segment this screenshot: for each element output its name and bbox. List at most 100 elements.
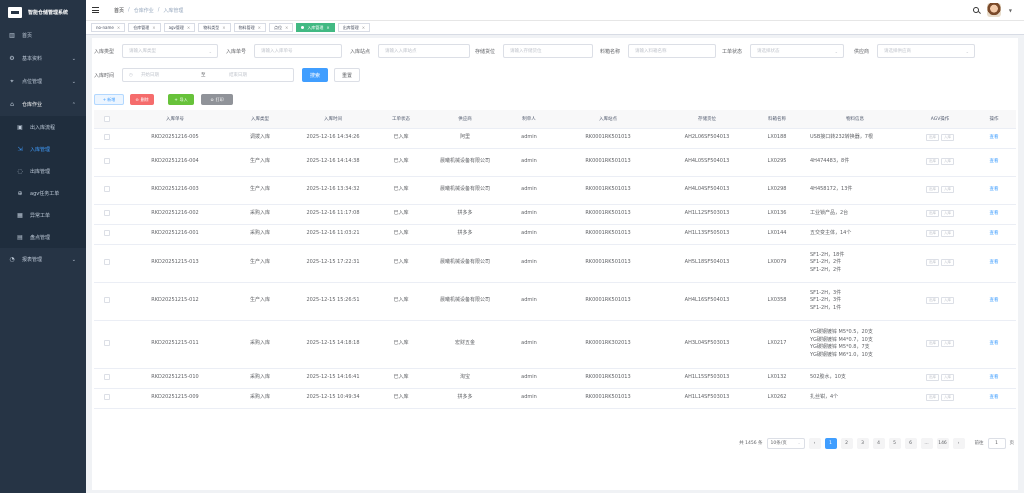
sidebar-item-outbound[interactable]: ◌ 出库管理	[0, 160, 86, 182]
view-link[interactable]: 查看	[990, 135, 999, 140]
agv-inbound-button[interactable]: 入库	[941, 134, 954, 142]
view-link[interactable]: 查看	[990, 341, 999, 346]
station-input[interactable]: 请输入入库站点	[378, 44, 470, 58]
tab-material[interactable]: 物料管理 ×	[233, 23, 266, 32]
table-row[interactable]: RKD20251215-011 采购入库 2025-12-15 14:18:18 已入…	[94, 320, 1016, 369]
agv-inbound-button[interactable]: 入库	[941, 297, 954, 305]
tab-warehouse[interactable]: 仓库管理 ×	[128, 23, 161, 32]
agv-inbound-button[interactable]: 入库	[941, 340, 954, 348]
view-link[interactable]: 查看	[990, 298, 999, 303]
view-link[interactable]: 查看	[990, 231, 999, 236]
header-checkbox[interactable]	[94, 110, 120, 129]
sidebar-item-exception[interactable]: ▦ 异常工单	[0, 204, 86, 226]
search-button[interactable]: 搜索	[302, 68, 328, 82]
tab-inbound[interactable]: 入库管理 ×	[296, 23, 335, 32]
close-icon[interactable]: ×	[258, 25, 261, 30]
close-icon[interactable]: ×	[187, 25, 190, 30]
hamburger-icon[interactable]	[92, 7, 106, 13]
sidebar-item-reports[interactable]: ◔ 报表管理 ⌄	[0, 248, 86, 271]
table-row[interactable]: RKD20251215-010 采购入库 2025-12-15 14:16:41 已入…	[94, 368, 1016, 389]
more-pages-button[interactable]: ...	[920, 437, 933, 449]
row-checkbox[interactable]	[94, 148, 120, 177]
box-name-input[interactable]: 请输入料箱名称	[628, 44, 716, 58]
table-row[interactable]: RKD20251216-004 生产入库 2025-12-16 14:14:38 已入…	[94, 148, 1016, 177]
agv-outbound-button[interactable]: 出库	[926, 340, 939, 348]
row-checkbox[interactable]	[94, 244, 120, 283]
tab-agv[interactable]: agv管理 ×	[163, 23, 196, 32]
close-icon[interactable]: ×	[362, 25, 365, 30]
tab-outbound[interactable]: 出库管理 ×	[337, 23, 371, 32]
date-range-picker[interactable]: ◷ 开始日期 至 结束日期	[122, 68, 294, 82]
close-icon[interactable]: ×	[285, 25, 288, 30]
agv-outbound-button[interactable]: 出库	[926, 230, 939, 238]
agv-outbound-button[interactable]: 出库	[926, 259, 939, 267]
view-link[interactable]: 查看	[990, 211, 999, 216]
close-icon[interactable]: ×	[222, 25, 225, 30]
row-checkbox[interactable]	[94, 320, 120, 369]
view-link[interactable]: 查看	[990, 187, 999, 192]
sidebar-item-flow[interactable]: ▣ 出入库流程	[0, 116, 86, 138]
sidebar-item-basic-data[interactable]: ⚙ 基本资料 ⌄	[0, 47, 86, 70]
next-page-button[interactable]: ›	[952, 437, 965, 449]
page-button[interactable]: 5	[888, 437, 901, 449]
table-row[interactable]: RKD20251215-012 生产入库 2025-12-15 15:26:51 已入…	[94, 282, 1016, 321]
sidebar-item-agv[interactable]: ⊕ agv任务工单	[0, 182, 86, 204]
print-button[interactable]: ⊜ 打印	[201, 94, 233, 105]
page-button[interactable]: 6	[904, 437, 917, 449]
view-link[interactable]: 查看	[990, 395, 999, 400]
agv-inbound-button[interactable]: 入库	[941, 186, 954, 194]
agv-inbound-button[interactable]: 入库	[941, 374, 954, 382]
agv-inbound-button[interactable]: 入库	[941, 259, 954, 267]
agv-inbound-button[interactable]: 入库	[941, 210, 954, 218]
agv-inbound-button[interactable]: 入库	[941, 394, 954, 402]
inbound-no-input[interactable]: 请输入入库单号	[254, 44, 342, 58]
status-select[interactable]: 请选择状态 ⌄	[750, 44, 844, 58]
inbound-type-select[interactable]: 请输入库类型 ⌄	[122, 44, 218, 58]
sidebar-item-home[interactable]: ▥ 首页	[0, 24, 86, 47]
agv-outbound-button[interactable]: 出库	[926, 297, 939, 305]
close-icon[interactable]: ×	[326, 25, 329, 30]
agv-outbound-button[interactable]: 出库	[926, 374, 939, 382]
avatar[interactable]	[986, 3, 1001, 17]
table-row[interactable]: RKD20251215-013 生产入库 2025-12-15 17:22:31 已入…	[94, 244, 1016, 283]
agv-outbound-button[interactable]: 出库	[926, 210, 939, 218]
reset-button[interactable]: 重置	[334, 68, 360, 82]
table-row[interactable]: RKD20251216-002 采购入库 2025-12-16 11:17:08 已入…	[94, 204, 1016, 225]
agv-inbound-button[interactable]: 入库	[941, 158, 954, 166]
sidebar-item-points[interactable]: ⌖ 点位管理 ⌄	[0, 70, 86, 93]
agv-outbound-button[interactable]: 出库	[926, 394, 939, 402]
page-button[interactable]: 4	[872, 437, 885, 449]
row-checkbox[interactable]	[94, 368, 120, 389]
sidebar-item-warehouse-ops[interactable]: ⌂ 仓库作业 ⌃	[0, 93, 86, 116]
page-button[interactable]: 1	[824, 437, 837, 449]
row-checkbox[interactable]	[94, 176, 120, 205]
add-button[interactable]: + 新增	[94, 94, 124, 105]
tab-points[interactable]: 点位 ×	[269, 23, 294, 32]
tab-no-name[interactable]: no-name ×	[91, 23, 126, 32]
row-checkbox[interactable]	[94, 204, 120, 225]
sidebar-item-inbound[interactable]: ⇲ 入库管理	[0, 138, 86, 160]
page-button[interactable]: 146	[936, 437, 949, 449]
table-row[interactable]: RKD20251216-005 调拨入库 2025-12-16 14:34:26 已入…	[94, 128, 1016, 149]
agv-outbound-button[interactable]: 出库	[926, 186, 939, 194]
view-link[interactable]: 查看	[990, 260, 999, 265]
row-checkbox[interactable]	[94, 224, 120, 245]
page-size-select[interactable]: 10条/页 ⌄	[766, 437, 805, 449]
tab-material-type[interactable]: 物料类型 ×	[198, 23, 231, 32]
supplier-select[interactable]: 请选择供应商 ⌄	[877, 44, 975, 58]
row-checkbox[interactable]	[94, 282, 120, 321]
breadcrumb-item[interactable]: 首页	[114, 7, 124, 14]
view-link[interactable]: 查看	[990, 375, 999, 380]
row-checkbox[interactable]	[94, 128, 120, 149]
close-icon[interactable]: ×	[152, 25, 155, 30]
table-row[interactable]: RKD20251215-009 采购入库 2025-12-15 10:49:34 已入…	[94, 388, 1016, 409]
sidebar-item-inventory[interactable]: ▤ 盘点管理	[0, 226, 86, 248]
row-checkbox[interactable]	[94, 388, 120, 409]
agv-outbound-button[interactable]: 出库	[926, 134, 939, 142]
search-icon[interactable]	[972, 7, 979, 13]
close-icon[interactable]: ×	[117, 25, 120, 30]
table-row[interactable]: RKD20251216-003 生产入库 2025-12-16 13:34:32 已入…	[94, 176, 1016, 205]
page-button[interactable]: 2	[840, 437, 853, 449]
agv-outbound-button[interactable]: 出库	[926, 158, 939, 166]
import-button[interactable]: + 导入	[168, 94, 194, 105]
